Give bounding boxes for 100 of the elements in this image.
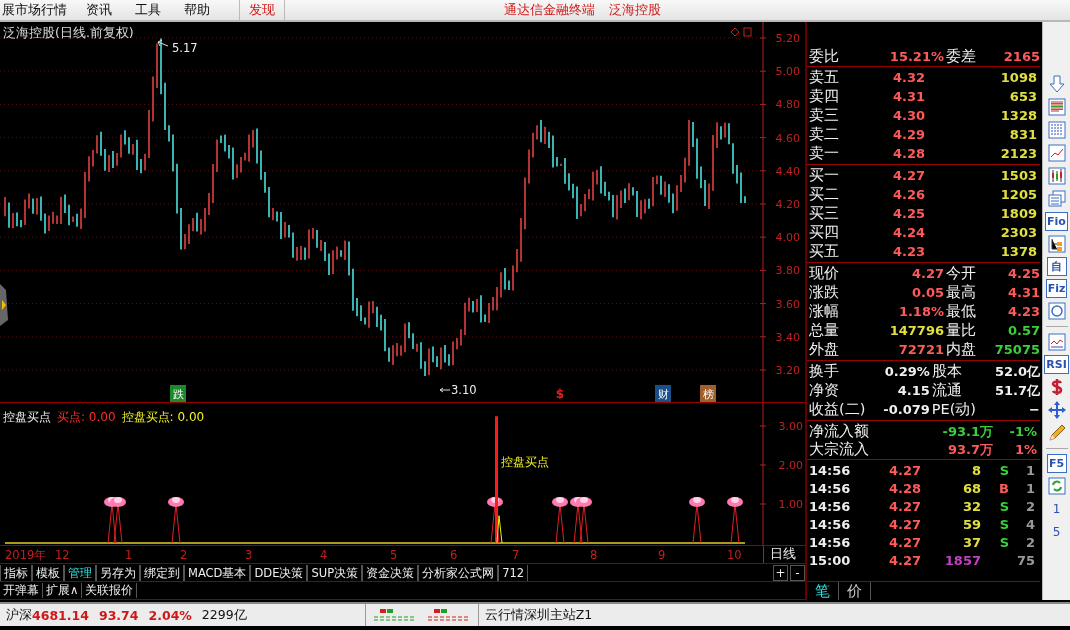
zoom-button[interactable]: - <box>790 564 805 581</box>
quote-label: 股本 <box>931 362 963 381</box>
indicator-tab[interactable]: DDE决策 <box>250 564 308 581</box>
signal-flower-icon <box>168 497 184 544</box>
axis-label: 4.40 <box>775 164 800 178</box>
quote-value: − <box>1028 402 1040 417</box>
trade-count: 75 <box>1015 552 1035 568</box>
grid-icon[interactable] <box>1046 120 1067 140</box>
event-marker[interactable]: 财 <box>655 385 671 402</box>
quote-value: 0.57 <box>1006 323 1040 338</box>
indicator-tab[interactable]: 绑定到 <box>140 564 184 581</box>
signal-label: 控盘买点 <box>501 455 549 470</box>
signal-flower-icon <box>110 497 126 544</box>
trade-side: S <box>998 462 1009 478</box>
quote-value: 4.15 <box>896 383 930 398</box>
date-label: 2 <box>180 548 188 563</box>
indicator-tab[interactable]: 712 <box>498 564 529 581</box>
quote-value: 0.05 <box>910 285 944 300</box>
toolbar-button[interactable]: F5 <box>1046 454 1067 473</box>
toolbar-number[interactable]: 5 <box>1052 522 1061 542</box>
menu-item[interactable]: 资讯 <box>84 1 121 19</box>
menu-item[interactable]: 帮助 <box>182 1 219 19</box>
indicator-legend: 买点: 0.00 <box>57 409 116 426</box>
order-price: 4.25 <box>891 206 925 221</box>
tree-icon[interactable] <box>1046 234 1067 254</box>
trade-volume: 32 <box>961 498 981 514</box>
toolbar-button[interactable]: 自 <box>1046 257 1067 276</box>
quote-value: 1.18% <box>897 304 944 319</box>
order-price: 4.32 <box>891 70 925 85</box>
low-price-label: 3.10 <box>451 383 477 397</box>
table-icon[interactable] <box>1046 97 1067 117</box>
quote-value: 4.27 <box>910 266 944 281</box>
order-price: 4.31 <box>891 89 925 104</box>
server-name: 云行情深圳主站Z1 <box>483 606 593 624</box>
leader-line <box>439 387 451 393</box>
wave-chart-icon[interactable] <box>1046 332 1067 352</box>
order-price: 4.27 <box>891 168 925 183</box>
down-arrow-icon[interactable] <box>1046 74 1067 94</box>
trade-side: S <box>998 498 1009 514</box>
indicator-tab[interactable]: 模板 <box>32 564 64 581</box>
pencil-icon[interactable] <box>1046 423 1067 443</box>
toolbar-button[interactable]: RSI <box>1044 355 1069 374</box>
expand-handle-icon[interactable] <box>0 284 9 326</box>
toolbar-number[interactable]: 1 <box>1052 499 1061 519</box>
trade-volume: 59 <box>961 516 981 532</box>
indicator-tab[interactable]: 管理 <box>64 564 96 581</box>
candlestick-icon[interactable] <box>1046 166 1067 186</box>
toolbar-button[interactable]: 开弹幕 <box>0 583 43 599</box>
quote-label: 委差 <box>946 47 976 66</box>
toolbar-button[interactable]: 关联报价 <box>82 583 138 599</box>
toolbar-button[interactable]: Fiz <box>1045 279 1068 298</box>
trade-side: B <box>998 480 1009 496</box>
diamond-icon[interactable] <box>730 27 740 37</box>
discover-button[interactable]: 发现 <box>239 0 285 20</box>
axis-label: 4.60 <box>775 131 800 145</box>
move-icon[interactable] <box>1046 400 1067 420</box>
date-label: 10 <box>727 548 742 563</box>
order-level-label: 买五 <box>809 242 840 261</box>
indicator-tab[interactable]: 资金决策 <box>362 564 419 581</box>
signal-flower-icon <box>576 497 592 544</box>
quote-value: 72721 <box>897 342 944 357</box>
refresh-icon[interactable] <box>1046 476 1067 496</box>
quote-value: 0.29% <box>883 364 930 379</box>
quote-label: 流通 <box>931 381 963 400</box>
trade-side: S <box>998 534 1009 550</box>
zoom-button[interactable]: + <box>773 564 788 581</box>
trade-volume: 68 <box>961 480 981 496</box>
indicator-tab[interactable]: SUP决策 <box>307 564 363 581</box>
trade-count: 2 <box>1024 498 1035 514</box>
quote-value: 75075 <box>993 342 1040 357</box>
menu-link[interactable]: 通达信金融终端 <box>504 1 595 19</box>
trade-time: 14:56 <box>809 480 852 496</box>
event-marker[interactable]: 跌 <box>170 385 186 402</box>
indicator-tab[interactable]: 另存为 <box>96 564 140 581</box>
axis-label: 3.60 <box>775 297 800 311</box>
axis-label: 3.40 <box>775 330 800 344</box>
quote-value: 147796 <box>888 323 944 338</box>
quote-label: 今开 <box>946 264 976 283</box>
toolbar-button[interactable]: 扩展∧ <box>43 583 83 599</box>
windows-icon[interactable] <box>1046 189 1067 209</box>
indicator-tab[interactable]: 指标 <box>0 564 32 581</box>
toolbar-button[interactable]: Fio <box>1045 212 1068 231</box>
order-price: 4.28 <box>891 146 925 161</box>
trade-time: 14:56 <box>809 534 852 550</box>
indicator-tab[interactable]: 分析家公式网 <box>418 564 499 581</box>
order-volume: 2303 <box>999 225 1037 240</box>
event-marker[interactable]: $ <box>555 387 565 401</box>
detail-tab[interactable]: 价 <box>839 582 871 600</box>
menu-item[interactable]: 展市场行情 <box>0 1 76 19</box>
detail-tab[interactable]: 笔 <box>807 582 839 600</box>
date-label: 5 <box>390 548 398 563</box>
indicator-tab[interactable]: MACD基本 <box>184 564 251 581</box>
line-chart-icon[interactable] <box>1046 143 1067 163</box>
menu-item[interactable]: 工具 <box>133 1 170 19</box>
order-volume: 1503 <box>999 168 1037 183</box>
event-marker[interactable]: 榜 <box>700 385 716 402</box>
menu-link[interactable]: 泛海控股 <box>609 1 661 19</box>
quote-label: PE(动) <box>931 400 976 419</box>
index-name: 沪深 <box>5 606 32 624</box>
order-price: 4.24 <box>891 225 925 240</box>
